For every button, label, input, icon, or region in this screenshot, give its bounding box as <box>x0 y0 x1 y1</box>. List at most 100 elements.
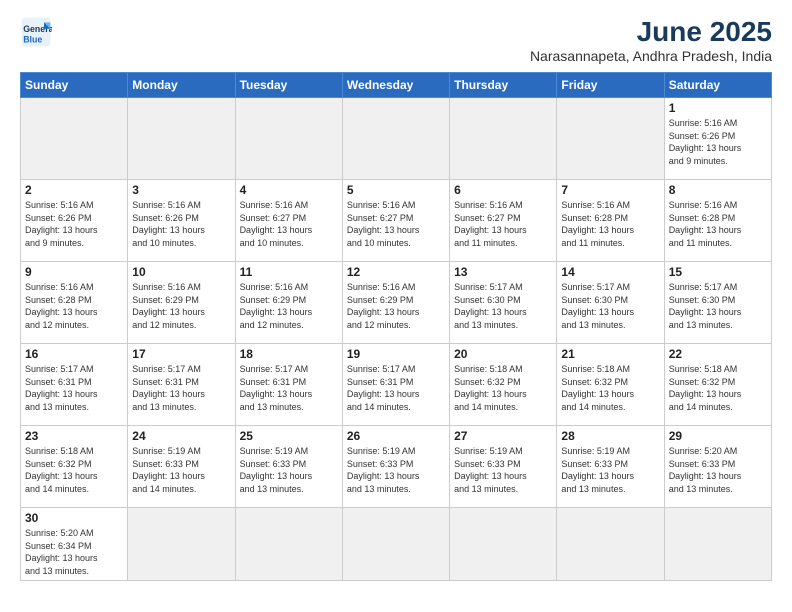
day-number-4: 4 <box>240 183 338 197</box>
calendar-table: SundayMondayTuesdayWednesdayThursdayFrid… <box>20 72 772 581</box>
day-number-14: 14 <box>561 265 659 279</box>
week-row-1: 1 Sunrise: 5:16 AM Sunset: 6:26 PM Daylig… <box>21 98 772 180</box>
day-number-30: 30 <box>25 511 123 525</box>
week-row-6: 30 Sunrise: 5:20 AM Sunset: 6:34 PM Dayli… <box>21 508 772 581</box>
day-number-7: 7 <box>561 183 659 197</box>
day-cell-29: 29 Sunrise: 5:20 AM Sunset: 6:33 PM Dayli… <box>664 426 771 508</box>
day-info-26: Sunrise: 5:19 AM Sunset: 6:33 PM Dayligh… <box>347 445 445 495</box>
empty-cell <box>128 98 235 180</box>
day-cell-21: 21 Sunrise: 5:18 AM Sunset: 6:32 PM Dayli… <box>557 344 664 426</box>
day-cell-2: 2Sunrise: 5:16 AM Sunset: 6:26 PM Daylig… <box>21 180 128 262</box>
empty-cell <box>450 98 557 180</box>
day-cell-5: 5 Sunrise: 5:16 AM Sunset: 6:27 PM Daylig… <box>342 180 449 262</box>
day-info-10: Sunrise: 5:16 AM Sunset: 6:29 PM Dayligh… <box>132 281 230 331</box>
day-cell-12: 12 Sunrise: 5:16 AM Sunset: 6:29 PM Dayli… <box>342 262 449 344</box>
empty-cell <box>557 98 664 180</box>
day-info-18: Sunrise: 5:17 AM Sunset: 6:31 PM Dayligh… <box>240 363 338 413</box>
location-title: Narasannapeta, Andhra Pradesh, India <box>530 48 772 64</box>
empty-cell <box>342 98 449 180</box>
day-cell-27: 27 Sunrise: 5:19 AM Sunset: 6:33 PM Dayli… <box>450 426 557 508</box>
day-info-28: Sunrise: 5:19 AM Sunset: 6:33 PM Dayligh… <box>561 445 659 495</box>
svg-text:Blue: Blue <box>23 34 42 44</box>
header-wednesday: Wednesday <box>342 73 449 98</box>
day-info-19: Sunrise: 5:17 AM Sunset: 6:31 PM Dayligh… <box>347 363 445 413</box>
day-cell-19: 19Sunrise: 5:17 AM Sunset: 6:31 PM Dayli… <box>342 344 449 426</box>
day-number-8: 8 <box>669 183 767 197</box>
day-number-29: 29 <box>669 429 767 443</box>
empty-cell <box>235 508 342 581</box>
day-cell-7: 7 Sunrise: 5:16 AM Sunset: 6:28 PM Daylig… <box>557 180 664 262</box>
day-number-15: 15 <box>669 265 767 279</box>
day-number-26: 26 <box>347 429 445 443</box>
day-info-5: Sunrise: 5:16 AM Sunset: 6:27 PM Dayligh… <box>347 199 445 249</box>
day-number-13: 13 <box>454 265 552 279</box>
empty-cell <box>450 508 557 581</box>
day-number-16: 16 <box>25 347 123 361</box>
header-friday: Friday <box>557 73 664 98</box>
day-number-1: 1 <box>669 101 767 115</box>
day-number-23: 23 <box>25 429 123 443</box>
header-monday: Monday <box>128 73 235 98</box>
day-info-29: Sunrise: 5:20 AM Sunset: 6:33 PM Dayligh… <box>669 445 767 495</box>
day-cell-30: 30 Sunrise: 5:20 AM Sunset: 6:34 PM Dayli… <box>21 508 128 581</box>
header-saturday: Saturday <box>664 73 771 98</box>
week-row-4: 16 Sunrise: 5:17 AM Sunset: 6:31 PM Dayli… <box>21 344 772 426</box>
day-info-12: Sunrise: 5:16 AM Sunset: 6:29 PM Dayligh… <box>347 281 445 331</box>
day-number-25: 25 <box>240 429 338 443</box>
day-info-21: Sunrise: 5:18 AM Sunset: 6:32 PM Dayligh… <box>561 363 659 413</box>
day-info-22: Sunrise: 5:18 AM Sunset: 6:32 PM Dayligh… <box>669 363 767 413</box>
day-info-1: Sunrise: 5:16 AM Sunset: 6:26 PM Dayligh… <box>669 117 767 167</box>
day-number-27: 27 <box>454 429 552 443</box>
day-cell-10: 10 Sunrise: 5:16 AM Sunset: 6:29 PM Dayli… <box>128 262 235 344</box>
day-info-25: Sunrise: 5:19 AM Sunset: 6:33 PM Dayligh… <box>240 445 338 495</box>
day-info-13: Sunrise: 5:17 AM Sunset: 6:30 PM Dayligh… <box>454 281 552 331</box>
day-number-5: 5 <box>347 183 445 197</box>
day-number-10: 10 <box>132 265 230 279</box>
day-info-3: Sunrise: 5:16 AM Sunset: 6:26 PM Dayligh… <box>132 199 230 249</box>
month-title: June 2025 <box>530 16 772 48</box>
day-info-23: Sunrise: 5:18 AM Sunset: 6:32 PM Dayligh… <box>25 445 123 495</box>
day-info-15: Sunrise: 5:17 AM Sunset: 6:30 PM Dayligh… <box>669 281 767 331</box>
empty-cell <box>342 508 449 581</box>
day-cell-3: 3 Sunrise: 5:16 AM Sunset: 6:26 PM Daylig… <box>128 180 235 262</box>
day-cell-18: 18 Sunrise: 5:17 AM Sunset: 6:31 PM Dayli… <box>235 344 342 426</box>
day-info-24: Sunrise: 5:19 AM Sunset: 6:33 PM Dayligh… <box>132 445 230 495</box>
day-info-17: Sunrise: 5:17 AM Sunset: 6:31 PM Dayligh… <box>132 363 230 413</box>
day-cell-1: 1 Sunrise: 5:16 AM Sunset: 6:26 PM Daylig… <box>664 98 771 180</box>
logo-icon: General Blue <box>20 16 52 48</box>
day-info-6: Sunrise: 5:16 AM Sunset: 6:27 PM Dayligh… <box>454 199 552 249</box>
day-number-12: 12 <box>347 265 445 279</box>
day-number-2: 2 <box>25 183 123 197</box>
day-number-18: 18 <box>240 347 338 361</box>
day-number-21: 21 <box>561 347 659 361</box>
day-number-22: 22 <box>669 347 767 361</box>
week-row-2: 2 Sunrise: 5:16 AM Sunset: 6:26 PM Daylig… <box>21 180 772 262</box>
day-number-11: 11 <box>240 265 338 279</box>
day-info-7: Sunrise: 5:16 AM Sunset: 6:28 PM Dayligh… <box>561 199 659 249</box>
day-cell-6: 6 Sunrise: 5:16 AM Sunset: 6:27 PM Daylig… <box>450 180 557 262</box>
day-number-17: 17 <box>132 347 230 361</box>
day-number-6: 6 <box>454 183 552 197</box>
day-cell-23: 23 Sunrise: 5:18 AM Sunset: 6:32 PM Dayli… <box>21 426 128 508</box>
header-tuesday: Tuesday <box>235 73 342 98</box>
day-info-14: Sunrise: 5:17 AM Sunset: 6:30 PM Dayligh… <box>561 281 659 331</box>
day-cell-13: 13 Sunrise: 5:17 AM Sunset: 6:30 PM Dayli… <box>450 262 557 344</box>
empty-cell <box>128 508 235 581</box>
day-number-3: 3 <box>132 183 230 197</box>
day-cell-17: 17 Sunrise: 5:17 AM Sunset: 6:31 PM Dayli… <box>128 344 235 426</box>
day-info-30: Sunrise: 5:20 AM Sunset: 6:34 PM Dayligh… <box>25 527 123 577</box>
day-cell-9: 9Sunrise: 5:16 AM Sunset: 6:28 PM Daylig… <box>21 262 128 344</box>
header-sunday: Sunday <box>21 73 128 98</box>
day-info-27: Sunrise: 5:19 AM Sunset: 6:33 PM Dayligh… <box>454 445 552 495</box>
day-number-20: 20 <box>454 347 552 361</box>
calendar-header-row: SundayMondayTuesdayWednesdayThursdayFrid… <box>21 73 772 98</box>
day-cell-25: 25 Sunrise: 5:19 AM Sunset: 6:33 PM Dayli… <box>235 426 342 508</box>
day-cell-28: 28Sunrise: 5:19 AM Sunset: 6:33 PM Dayli… <box>557 426 664 508</box>
day-cell-16: 16 Sunrise: 5:17 AM Sunset: 6:31 PM Dayli… <box>21 344 128 426</box>
day-info-16: Sunrise: 5:17 AM Sunset: 6:31 PM Dayligh… <box>25 363 123 413</box>
day-cell-11: 11Sunrise: 5:16 AM Sunset: 6:29 PM Dayli… <box>235 262 342 344</box>
day-cell-4: 4Sunrise: 5:16 AM Sunset: 6:27 PM Daylig… <box>235 180 342 262</box>
day-info-8: Sunrise: 5:16 AM Sunset: 6:28 PM Dayligh… <box>669 199 767 249</box>
day-cell-24: 24Sunrise: 5:19 AM Sunset: 6:33 PM Dayli… <box>128 426 235 508</box>
empty-cell <box>21 98 128 180</box>
